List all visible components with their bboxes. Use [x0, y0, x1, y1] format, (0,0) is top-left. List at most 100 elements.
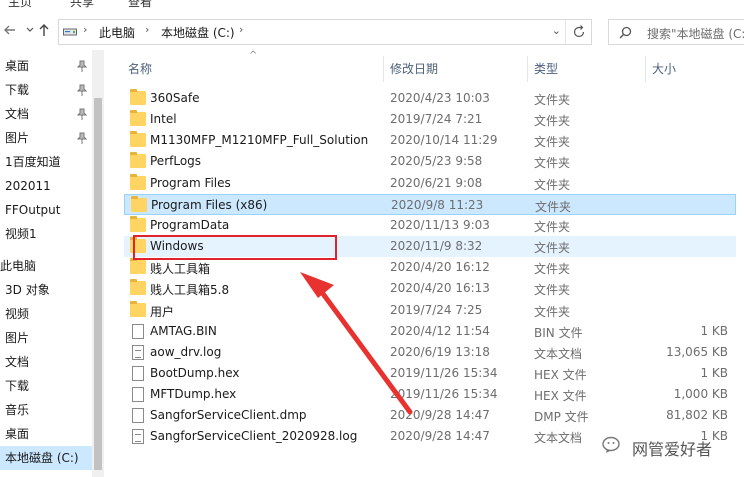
file-row[interactable]: Intel 2019/7/24 7:21 文件夹 — [124, 109, 736, 130]
pin-icon[interactable] — [77, 108, 87, 120]
sidebar-item-documents-pc[interactable]: 文档 — [0, 350, 92, 374]
file-name: SangforServiceClient_2020928.log — [150, 429, 358, 444]
file-name: M1130MFP_M1210MFP_Full_Solution — [150, 133, 369, 148]
ribbon-tab-share[interactable]: 共享 — [70, 0, 94, 8]
folder-icon — [130, 110, 146, 127]
navigation-pane: 桌面 下载 文档 图片 1百度知道 202011 FFOutput 视频1 此电… — [0, 50, 92, 477]
file-row[interactable]: PerfLogs 2020/5/23 9:58 文件夹 — [124, 151, 736, 172]
file-modified-date: 2020/4/20 16:13 — [390, 281, 490, 296]
file-type: 文件夹 — [534, 156, 571, 171]
file-modified-date: 2020/4/12 11:54 — [390, 323, 490, 338]
file-modified-date: 2019/7/24 7:21 — [390, 112, 483, 127]
sidebar-item-label: 图片 — [5, 331, 30, 345]
file-row[interactable]: 贱人工具箱5.8 2020/4/20 16:13 文件夹 — [124, 278, 736, 299]
file-row[interactable]: 用户 2019/7/24 7:25 文件夹 — [124, 300, 736, 321]
file-row[interactable]: AMTAG.BIN 2020/4/12 11:54 BIN 文件 1 KB — [124, 321, 736, 342]
search-placeholder: 搜索"本地磁盘 (C:)" — [647, 27, 744, 41]
file-type: 文件夹 — [534, 93, 571, 107]
sidebar-item-label: 桌面 — [5, 427, 30, 441]
breadcrumb-local-disk[interactable]: 本地磁盘 (C:) — [161, 24, 235, 41]
sidebar-scrollbar[interactable] — [92, 50, 104, 477]
file-name: 贱人工具箱 — [150, 262, 211, 277]
file-row[interactable]: 贱人工具箱 2020/4/20 16:12 文件夹 — [124, 257, 736, 278]
sidebar-item-pictures[interactable]: 图片 — [0, 126, 92, 150]
breadcrumb-separator-icon[interactable]: › — [145, 23, 149, 36]
address-history-chevron-icon[interactable]: ⌄ — [552, 24, 561, 37]
file-modified-date: 2020/9/28 14:47 — [390, 429, 490, 444]
file-type: 文件夹 — [534, 283, 571, 298]
breadcrumb-separator-icon[interactable]: › — [239, 23, 243, 36]
file-list: ^ 名称 修改日期 类型 大小 360Safe 2020/4/23 10:03 文件… — [112, 50, 744, 477]
sidebar-scrollbar-thumb[interactable] — [94, 98, 102, 470]
sidebar-item-downloads-pc[interactable]: 下载 — [0, 374, 92, 398]
file-name: Intel — [150, 112, 177, 127]
file-size: 13,065 KB — [666, 344, 728, 359]
column-header-type[interactable]: 类型 — [534, 58, 558, 80]
column-divider[interactable] — [527, 56, 528, 82]
folder-icon — [130, 258, 146, 275]
sidebar-item-documents[interactable]: 文档 — [0, 102, 92, 126]
folder-icon — [130, 173, 146, 190]
file-row[interactable]: 360Safe 2020/4/23 10:03 文件夹 — [124, 88, 736, 109]
sidebar-item-label: FFOutput — [5, 203, 61, 217]
address-bar[interactable]: › 此电脑 › 本地磁盘 (C:) › ⌄ — [58, 19, 592, 45]
breadcrumb-this-pc[interactable]: 此电脑 — [99, 24, 135, 41]
sidebar-item-videos[interactable]: 视频 — [0, 302, 92, 326]
sidebar-item-label: 音乐 — [5, 403, 30, 417]
folder-icon — [130, 152, 146, 169]
back-arrow-icon[interactable] — [2, 23, 18, 41]
file-row[interactable]: aow_drv.log 2020/6/19 13:18 文本文档 13,065 KB — [124, 342, 736, 363]
sidebar-item-label: 下载 — [5, 83, 30, 97]
sidebar-item-local-disk-c[interactable]: 本地磁盘 (C:) — [0, 446, 92, 470]
ribbon-tab-home[interactable]: 主页 — [8, 0, 32, 8]
sidebar-item-downloads[interactable]: 下载 — [0, 78, 92, 102]
file-row[interactable]: M1130MFP_M1210MFP_Full_Solution 2020/10/1… — [124, 130, 736, 151]
folder-icon — [130, 279, 146, 296]
file-size: 1 KB — [700, 365, 728, 380]
file-type: HEX 文件 — [534, 389, 587, 404]
file-modified-date: 2020/6/21 9:08 — [390, 175, 483, 190]
file-row[interactable]: Program Files (x86) 2020/9/8 11:23 文件夹 — [124, 193, 736, 215]
refresh-icon[interactable] — [565, 20, 591, 44]
file-size: 1,000 KB — [673, 387, 728, 402]
sidebar-item-ffoutput[interactable]: FFOutput — [0, 198, 92, 222]
wechat-icon — [602, 436, 620, 453]
ribbon-tab-view[interactable]: 查看 — [128, 0, 152, 8]
column-header-name[interactable]: 名称 — [128, 58, 152, 80]
ribbon-tabs: 主页 共享 查看 — [0, 0, 744, 8]
column-header-date[interactable]: 修改日期 — [390, 58, 438, 80]
navigation-bar: › 此电脑 › 本地磁盘 (C:) › ⌄ 搜索"本地磁盘 (C:)" — [0, 14, 744, 50]
sidebar-item-202011[interactable]: 202011 — [0, 174, 92, 198]
column-divider[interactable] — [383, 56, 384, 82]
annotation-highlight-box — [133, 235, 337, 260]
column-header-size[interactable]: 大小 — [652, 58, 676, 80]
sidebar-item-this-pc[interactable]: 此电脑 — [0, 254, 92, 278]
file-row[interactable]: ProgramData 2020/11/13 9:03 文件夹 — [124, 215, 736, 236]
pin-icon[interactable] — [77, 60, 87, 72]
file-row[interactable]: Program Files 2020/6/21 9:08 文件夹 — [124, 173, 736, 194]
file-size: 1 KB — [700, 323, 728, 338]
search-box[interactable]: 搜索"本地磁盘 (C:)" — [608, 19, 744, 45]
text-document-icon — [132, 429, 144, 445]
file-type: BIN 文件 — [534, 325, 583, 340]
sidebar-item-desktop[interactable]: 桌面 — [0, 54, 92, 78]
sidebar-item-music[interactable]: 音乐 — [0, 398, 92, 422]
sidebar-item-desktop-pc[interactable]: 桌面 — [0, 422, 92, 446]
breadcrumb-separator-icon[interactable]: › — [83, 23, 87, 36]
watermark: 网管爱好者 — [602, 432, 744, 460]
column-divider[interactable] — [645, 56, 646, 82]
file-row[interactable]: SangforServiceClient.dmp 2020/9/28 14:47 D… — [124, 405, 736, 426]
file-name: MFTDump.hex — [150, 387, 237, 402]
file-size: 81,802 KB — [666, 408, 728, 423]
sidebar-item-videos1[interactable]: 视频1 — [0, 222, 92, 246]
sidebar-item-label: 下载 — [5, 379, 30, 393]
file-row[interactable]: BootDump.hex 2019/11/26 15:34 HEX 文件 1 KB — [124, 363, 736, 384]
file-row[interactable]: MFTDump.hex 2019/11/26 15:34 HEX 文件 1,000 K… — [124, 384, 736, 405]
pin-icon[interactable] — [77, 132, 87, 144]
sidebar-item-baidu-zhidao[interactable]: 1百度知道 — [0, 150, 92, 174]
file-name: PerfLogs — [150, 154, 202, 169]
sidebar-item-3d-objects[interactable]: 3D 对象 — [0, 278, 92, 302]
pin-icon[interactable] — [77, 84, 87, 96]
up-arrow-icon[interactable] — [36, 23, 52, 41]
sidebar-item-pictures-pc[interactable]: 图片 — [0, 326, 92, 350]
